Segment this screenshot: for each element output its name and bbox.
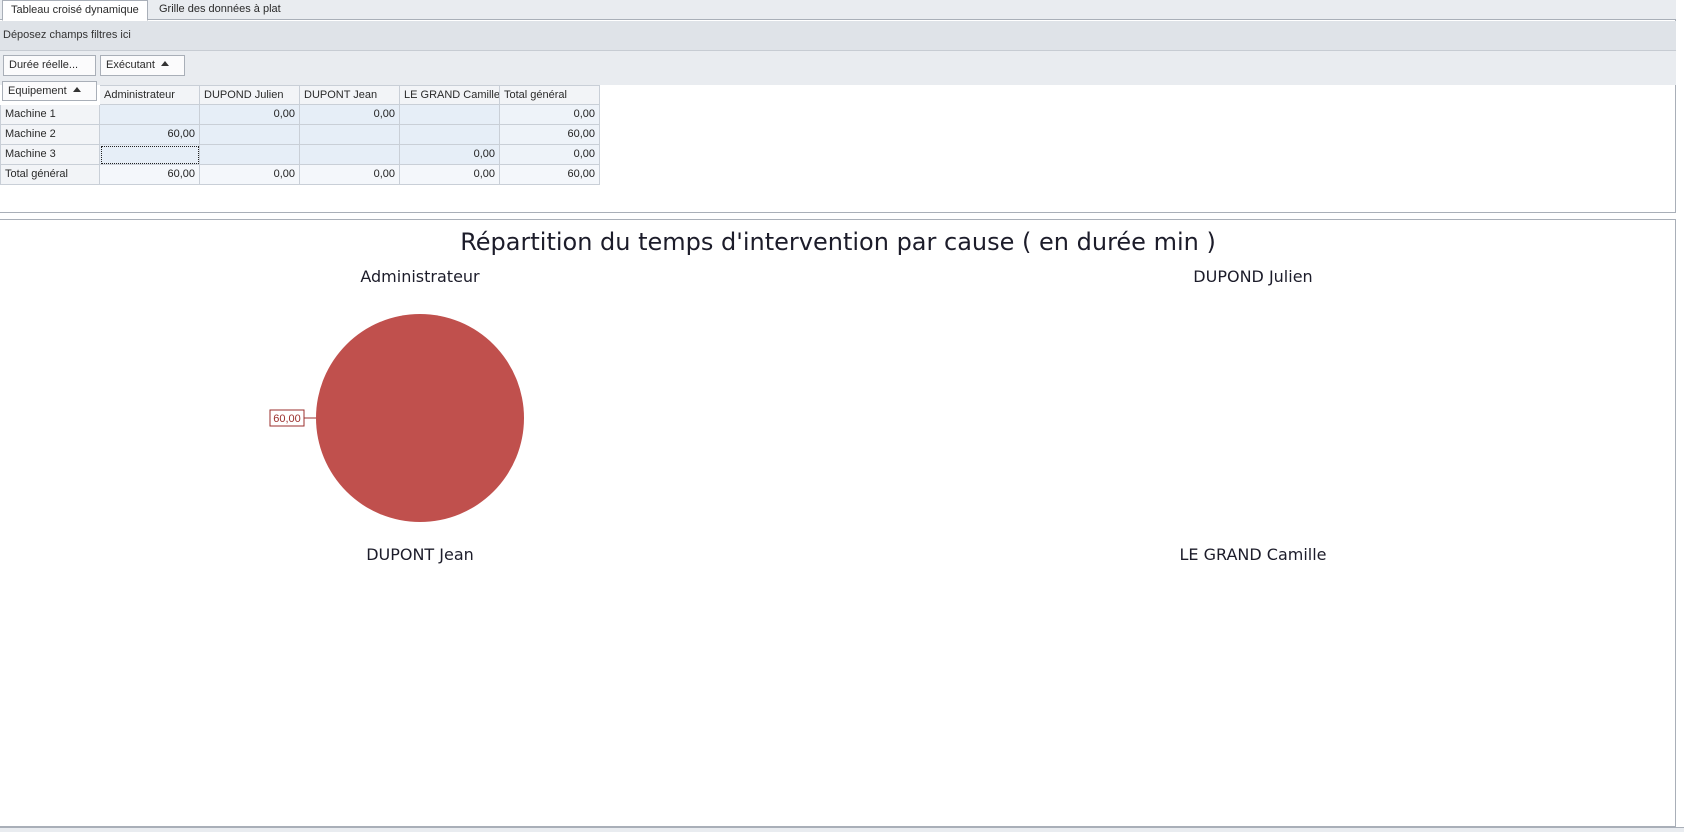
- table-cell-focused[interactable]: [100, 145, 200, 165]
- column-header-administrateur[interactable]: Administrateur: [100, 85, 200, 105]
- filter-drop-area[interactable]: Déposez champs filtres ici: [0, 21, 1676, 51]
- chart-title: Répartition du temps d'intervention par …: [460, 228, 1216, 256]
- filter-drop-placeholder: Déposez champs filtres ici: [3, 29, 131, 41]
- row-header-machine-3[interactable]: Machine 3: [0, 145, 100, 165]
- column-header-le-grand-camille[interactable]: LE GRAND Camille: [400, 85, 500, 105]
- tab-flat-data-grid[interactable]: Grille des données à plat: [151, 0, 289, 20]
- table-cell[interactable]: 0,00: [200, 105, 300, 125]
- pie-slice[interactable]: [316, 314, 524, 522]
- chart-panel: 60,00 Répartition du temps d'interventio…: [0, 219, 1676, 827]
- pivot-grid-panel: Tableau croisé dynamique Grille des donn…: [0, 0, 1676, 213]
- sort-ascending-icon: [72, 87, 81, 92]
- table-cell-total[interactable]: 0,00: [500, 145, 600, 165]
- table-cell[interactable]: 0,00: [300, 105, 400, 125]
- table-cell-total[interactable]: 0,00: [400, 165, 500, 185]
- row-field-label: Equipement: [8, 85, 67, 97]
- table-cell[interactable]: [100, 105, 200, 125]
- status-strip: [0, 827, 1684, 832]
- table-cell[interactable]: 60,00: [100, 125, 200, 145]
- row-header-grand-total[interactable]: Total général: [0, 165, 100, 185]
- row-header-machine-1[interactable]: Machine 1: [0, 105, 100, 125]
- column-header-grand-total[interactable]: Total général: [500, 85, 600, 105]
- table-cell-total[interactable]: 60,00: [100, 165, 200, 185]
- column-field-label: Exécutant: [106, 59, 155, 71]
- sort-ascending-icon: [160, 61, 169, 66]
- table-cell[interactable]: [300, 125, 400, 145]
- table-cell[interactable]: [300, 145, 400, 165]
- pane-title-administrateur: Administrateur: [360, 267, 480, 286]
- table-cell[interactable]: [400, 125, 500, 145]
- table-cell-total[interactable]: 0,00: [300, 165, 400, 185]
- pane-title-le-grand-camille: LE GRAND Camille: [1179, 545, 1327, 564]
- table-cell-total[interactable]: 0,00: [200, 165, 300, 185]
- table-cell-total[interactable]: 60,00: [500, 125, 600, 145]
- table-cell[interactable]: [200, 125, 300, 145]
- table-cell[interactable]: 0,00: [400, 145, 500, 165]
- table-cell-total[interactable]: 0,00: [500, 105, 600, 125]
- column-header-dupond-julien[interactable]: DUPOND Julien: [200, 85, 300, 105]
- tab-strip: Tableau croisé dynamique Grille des donn…: [0, 0, 1676, 21]
- row-header-machine-2[interactable]: Machine 2: [0, 125, 100, 145]
- table-cell[interactable]: [400, 105, 500, 125]
- data-field-label: Durée réelle...: [9, 59, 79, 71]
- pane-title-dupont-jean: DUPONT Jean: [366, 545, 474, 564]
- table-cell-total[interactable]: 60,00: [500, 165, 600, 185]
- slice-value-label: 60,00: [273, 413, 301, 425]
- pane-title-dupond-julien: DUPOND Julien: [1193, 267, 1313, 286]
- pie-chart: 60,00: [269, 314, 524, 522]
- column-header-dupont-jean[interactable]: DUPONT Jean: [300, 85, 400, 105]
- row-field-button[interactable]: Equipement: [2, 81, 97, 101]
- field-header-area: Durée réelle... Exécutant: [0, 51, 1676, 85]
- column-field-button[interactable]: Exécutant: [100, 55, 185, 76]
- table-cell[interactable]: [200, 145, 300, 165]
- tab-pivot-table[interactable]: Tableau croisé dynamique: [2, 0, 148, 21]
- data-field-button[interactable]: Durée réelle...: [3, 55, 96, 76]
